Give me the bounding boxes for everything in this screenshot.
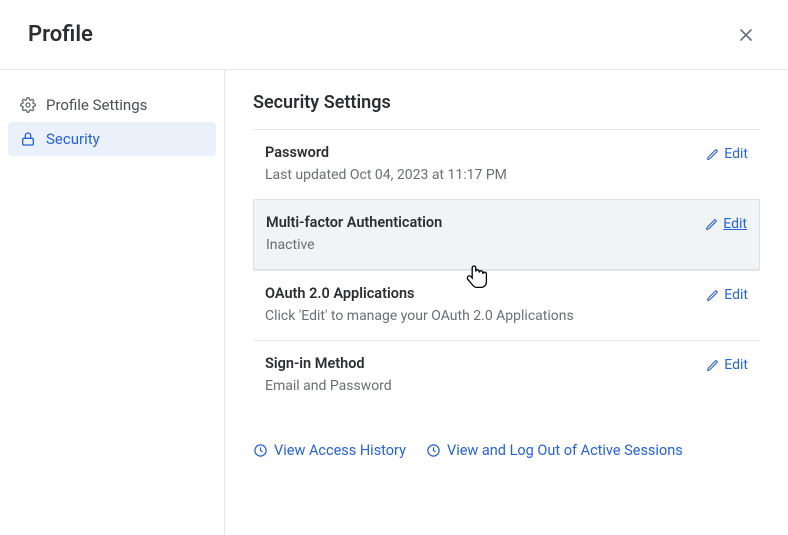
row-subtitle: Inactive [266,237,442,253]
row-title: OAuth 2.0 Applications [265,285,574,302]
row-oauth: OAuth 2.0 Applications Click 'Edit' to m… [253,270,760,340]
clock-arrow-icon [426,443,441,458]
section-title: Security Settings [253,92,760,113]
sidebar-item-profile-settings[interactable]: Profile Settings [8,88,216,122]
view-access-history-link[interactable]: View Access History [253,442,406,459]
clock-arrow-icon [253,443,268,458]
row-subtitle: Click 'Edit' to manage your OAuth 2.0 Ap… [265,308,574,324]
row-mfa: Multi-factor Authentication Inactive Edi… [253,199,760,270]
row-title: Multi-factor Authentication [266,214,442,231]
sidebar: Profile Settings Security [0,70,225,535]
edit-password-link[interactable]: Edit [706,146,748,162]
row-title: Sign-in Method [265,355,392,372]
footer-link-label: View Access History [274,442,406,459]
edit-label: Edit [724,287,748,303]
row-left: Sign-in Method Email and Password [265,355,392,394]
pencil-icon [706,148,719,161]
dialog-body: Profile Settings Security Security Setti… [0,70,788,535]
row-left: Password Last updated Oct 04, 2023 at 11… [265,144,507,183]
sidebar-item-security[interactable]: Security [8,122,216,156]
row-password: Password Last updated Oct 04, 2023 at 11… [253,129,760,199]
pencil-icon [706,289,719,302]
edit-label: Edit [723,216,747,232]
row-subtitle: Email and Password [265,378,392,394]
pencil-icon [705,218,718,231]
sidebar-item-label: Profile Settings [46,96,147,114]
page-title: Profile [28,22,93,47]
edit-label: Edit [724,146,748,162]
edit-oauth-link[interactable]: Edit [706,287,748,303]
lock-icon [20,131,36,147]
edit-signin-link[interactable]: Edit [706,357,748,373]
row-title: Password [265,144,507,161]
row-signin-method: Sign-in Method Email and Password Edit [253,340,760,410]
row-subtitle: Last updated Oct 04, 2023 at 11:17 PM [265,167,507,183]
edit-label: Edit [724,357,748,373]
close-button[interactable] [732,21,760,49]
view-active-sessions-link[interactable]: View and Log Out of Active Sessions [426,442,683,459]
row-left: Multi-factor Authentication Inactive [266,214,442,253]
close-icon [738,27,754,43]
sidebar-item-label: Security [46,130,100,148]
footer-link-label: View and Log Out of Active Sessions [447,442,683,459]
gear-icon [20,97,36,113]
edit-mfa-link[interactable]: Edit [705,216,747,232]
dialog-header: Profile [0,0,788,70]
pencil-icon [706,359,719,372]
main-panel: Security Settings Password Last updated … [225,70,788,535]
row-left: OAuth 2.0 Applications Click 'Edit' to m… [265,285,574,324]
footer-links: View Access History View and Log Out of … [253,410,760,477]
